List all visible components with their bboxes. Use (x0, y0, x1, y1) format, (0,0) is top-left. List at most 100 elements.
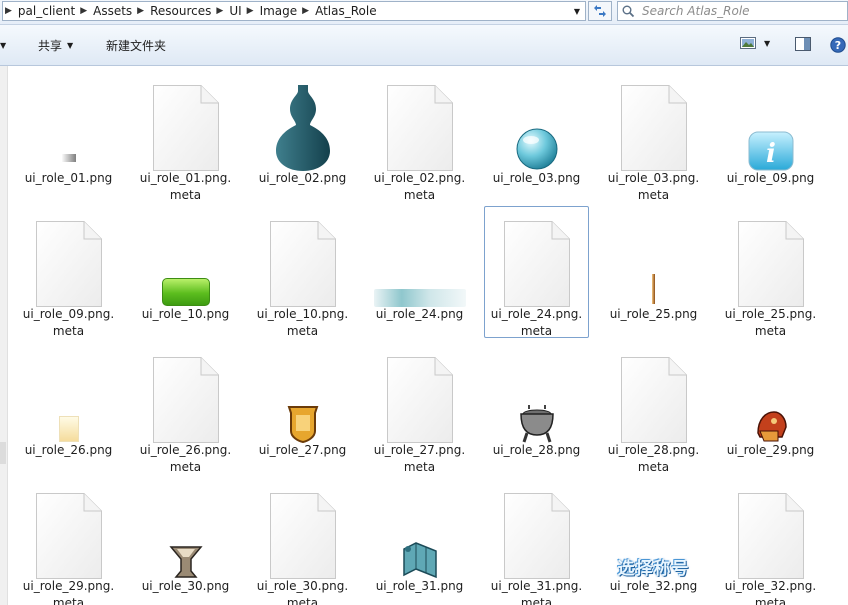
file-name-label: ui_role_09.png (726, 171, 815, 185)
image-thumbnail-icon (134, 479, 237, 579)
help-button[interactable]: ? (830, 37, 846, 53)
address-dropdown-icon[interactable]: ▼ (568, 2, 585, 20)
file-name-label: ui_role_29.png. meta (22, 579, 115, 605)
document-icon (134, 71, 237, 171)
breadcrumb-item[interactable]: Assets (89, 4, 135, 18)
document-icon (251, 207, 354, 307)
document-icon (719, 479, 822, 579)
refresh-icon (594, 5, 606, 17)
file-item-image[interactable]: ui_role_26.png (16, 342, 121, 474)
image-thumbnail-icon (17, 71, 120, 171)
breadcrumb-item[interactable]: Image (256, 4, 301, 18)
breadcrumb-item[interactable]: Atlas_Role (311, 4, 380, 18)
file-item-meta[interactable]: ui_role_10.png. meta (250, 206, 355, 338)
file-name-label: ui_role_03.png. meta (607, 171, 700, 202)
breadcrumb-separator-icon[interactable]: ▶ (245, 6, 256, 16)
file-item-image[interactable]: ui_role_29.png (718, 342, 823, 474)
document-icon (485, 479, 588, 579)
badge-text: 选择称号 (617, 559, 690, 579)
preview-pane-button[interactable] (795, 37, 811, 51)
file-item-meta[interactable]: ui_role_02.png. meta (367, 70, 472, 202)
view-icon (740, 37, 756, 49)
svg-text:?: ? (835, 39, 841, 52)
help-icon: ? (830, 37, 846, 53)
file-item-meta[interactable]: ui_role_25.png. meta (718, 206, 823, 338)
file-item-image[interactable]: ui_role_02.png (250, 70, 355, 202)
file-item-meta[interactable]: ui_role_24.png. meta (484, 206, 589, 338)
file-item-meta[interactable]: ui_role_31.png. meta (484, 478, 589, 605)
file-item-meta[interactable]: ui_role_26.png. meta (133, 342, 238, 474)
new-folder-label: 新建文件夹 (106, 39, 167, 53)
file-name-label: ui_role_32.png (609, 579, 698, 593)
file-item-image[interactable]: ui_role_01.png (16, 70, 121, 202)
address-bar-row: ▶ pal_client ▶ Assets ▶ Resources ▶ UI ▶ Image ▶ At… (0, 0, 848, 25)
file-item-image[interactable]: ui_role_10.png (133, 206, 238, 338)
file-list-pane[interactable]: ui_role_01.png ui_role_01.png. meta ui_rol… (0, 66, 848, 605)
breadcrumb-item[interactable]: UI (225, 4, 244, 18)
organize-dropdown-icon[interactable]: ▼ (0, 41, 6, 50)
file-item-meta[interactable]: ui_role_27.png. meta (367, 342, 472, 474)
file-name-label: ui_role_27.png. meta (373, 443, 466, 474)
document-icon (368, 343, 471, 443)
breadcrumb-separator-icon[interactable]: ▶ (78, 6, 89, 16)
document-icon (134, 343, 237, 443)
file-item-meta[interactable]: ui_role_09.png. meta (16, 206, 121, 338)
document-icon (485, 207, 588, 307)
image-thumbnail-icon (251, 343, 354, 443)
file-item-image[interactable]: ui_role_30.png (133, 478, 238, 605)
file-item-meta[interactable]: ui_role_30.png. meta (250, 478, 355, 605)
navigation-pane-edge (0, 66, 8, 605)
search-input[interactable] (640, 2, 844, 20)
svg-text:i: i (766, 139, 776, 169)
file-item-image[interactable]: 选择称号 ui_role_32.png (601, 478, 706, 605)
breadcrumb-separator-icon[interactable]: ▶ (214, 6, 225, 16)
file-item-meta[interactable]: ui_role_29.png. meta (16, 478, 121, 605)
address-bar[interactable]: ▶ pal_client ▶ Assets ▶ Resources ▶ UI ▶ Image ▶ At… (2, 1, 586, 21)
view-options-button[interactable]: ▼ (740, 37, 770, 49)
share-button[interactable]: 共享 ▼ (38, 37, 73, 54)
refresh-button[interactable] (588, 1, 612, 21)
splitter-handle[interactable] (0, 442, 6, 464)
file-item-meta[interactable]: ui_role_03.png. meta (601, 70, 706, 202)
file-item-image[interactable]: i ui_role_09.png (718, 70, 823, 202)
breadcrumb-separator-icon[interactable]: ▶ (3, 6, 14, 16)
file-name-label: ui_role_32.png. meta (724, 579, 817, 605)
file-item-meta[interactable]: ui_role_01.png. meta (133, 70, 238, 202)
document-icon (251, 479, 354, 579)
preview-pane-icon (795, 37, 811, 51)
file-name-label: ui_role_26.png. meta (139, 443, 232, 474)
image-thumbnail-icon (719, 343, 822, 443)
search-icon[interactable] (622, 5, 635, 18)
search-box (617, 1, 848, 21)
file-item-image[interactable]: ui_role_03.png (484, 70, 589, 202)
file-item-image[interactable]: ui_role_25.png (601, 206, 706, 338)
file-item-meta[interactable]: ui_role_28.png. meta (601, 342, 706, 474)
document-icon (602, 343, 705, 443)
file-name-label: ui_role_24.png. meta (490, 307, 583, 338)
file-item-image[interactable]: ui_role_31.png (367, 478, 472, 605)
file-name-label: ui_role_24.png (375, 307, 464, 321)
file-name-label: ui_role_25.png (609, 307, 698, 321)
file-name-label: ui_role_28.png (492, 443, 581, 457)
chevron-down-icon: ▼ (764, 38, 771, 48)
breadcrumb: ▶ pal_client ▶ Assets ▶ Resources ▶ UI ▶ Image ▶ At… (3, 4, 380, 18)
document-icon (17, 207, 120, 307)
file-name-label: ui_role_25.png. meta (724, 307, 817, 338)
file-item-image[interactable]: ui_role_28.png (484, 342, 589, 474)
file-item-image[interactable]: ui_role_24.png (367, 206, 472, 338)
breadcrumb-item[interactable]: Resources (146, 4, 214, 18)
new-folder-button[interactable]: 新建文件夹 (106, 37, 166, 54)
breadcrumb-separator-icon[interactable]: ▶ (135, 6, 146, 16)
file-item-meta[interactable]: ui_role_32.png. meta (718, 478, 823, 605)
image-thumbnail-icon (17, 343, 120, 443)
image-thumbnail-icon (485, 71, 588, 171)
file-name-label: ui_role_10.png (141, 307, 230, 321)
image-thumbnail-icon (368, 207, 471, 307)
file-name-label: ui_role_28.png. meta (607, 443, 700, 474)
file-name-label: ui_role_27.png (258, 443, 347, 457)
image-thumbnail-icon (485, 343, 588, 443)
file-grid: ui_role_01.png ui_role_01.png. meta ui_rol… (16, 70, 848, 605)
breadcrumb-separator-icon[interactable]: ▶ (300, 6, 311, 16)
file-item-image[interactable]: ui_role_27.png (250, 342, 355, 474)
breadcrumb-item[interactable]: pal_client (14, 4, 78, 18)
